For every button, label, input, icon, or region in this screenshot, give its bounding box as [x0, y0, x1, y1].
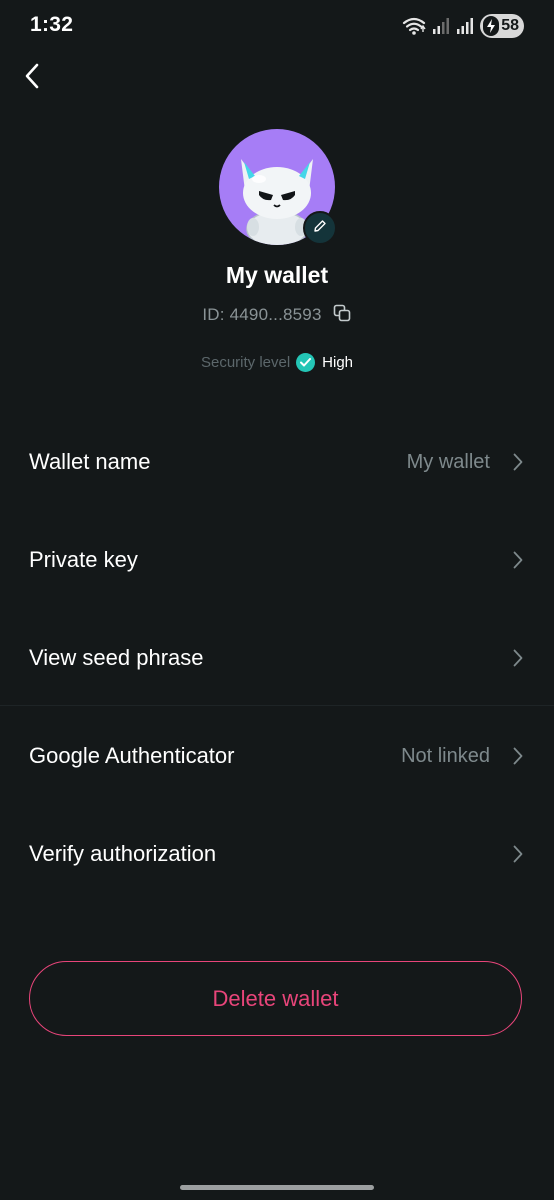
chevron-right-icon: [511, 648, 525, 668]
delete-wallet-button[interactable]: Delete wallet: [29, 961, 522, 1036]
settings-row-verify-authorization[interactable]: Verify authorization: [0, 805, 554, 903]
settings-row-value: My wallet: [406, 450, 490, 473]
settings-row-label: View seed phrase: [29, 645, 204, 670]
copy-id-button[interactable]: [332, 304, 352, 327]
pencil-icon: [313, 219, 327, 238]
chevron-right-icon: [511, 550, 525, 570]
settings-row-wallet-name[interactable]: Wallet name My wallet: [0, 413, 554, 511]
battery-level: 58: [501, 17, 519, 34]
settings-row-label: Private key: [29, 547, 138, 572]
settings-row-value: Not linked: [401, 744, 490, 767]
security-level-row: Security level High: [0, 353, 554, 372]
wallet-id: ID: 4490...8593: [202, 305, 322, 324]
chevron-right-icon: [511, 844, 525, 864]
settings-row-label: Wallet name: [29, 449, 151, 474]
settings-row-google-authenticator[interactable]: Google Authenticator Not linked: [0, 707, 554, 805]
section-divider: [0, 705, 554, 706]
wallet-title: My wallet: [225, 262, 329, 288]
settings-row-private-key[interactable]: Private key: [0, 511, 554, 609]
chevron-right-icon: [511, 452, 525, 472]
chevron-left-icon: [24, 63, 40, 94]
wallet-id-row: ID: 4490...8593: [0, 304, 554, 327]
edit-avatar-button[interactable]: [303, 211, 337, 245]
back-button[interactable]: [12, 58, 52, 98]
settings-row-label: Verify authorization: [29, 841, 217, 866]
settings-row-label: Google Authenticator: [29, 743, 235, 768]
signal-icon: [456, 17, 474, 35]
wifi-icon: [402, 16, 426, 36]
status-icons: 58: [402, 14, 524, 38]
avatar-container: [219, 129, 337, 245]
security-level-value: High: [322, 354, 354, 371]
status-bar: 1:32 58: [0, 0, 554, 52]
settings-row-seed-phrase[interactable]: View seed phrase: [0, 609, 554, 707]
battery-charging-icon: [483, 16, 500, 36]
home-indicator[interactable]: [180, 1185, 374, 1190]
battery-indicator: 58: [480, 14, 524, 38]
settings-list: Wallet name My wallet Private key View s…: [0, 413, 554, 903]
copy-icon: [333, 304, 351, 327]
chevron-right-icon: [511, 746, 525, 766]
security-level-label: Security level: [200, 354, 291, 371]
status-time: 1:32: [30, 13, 74, 36]
signal-icon: [432, 17, 450, 35]
check-circle-icon: [296, 353, 316, 372]
